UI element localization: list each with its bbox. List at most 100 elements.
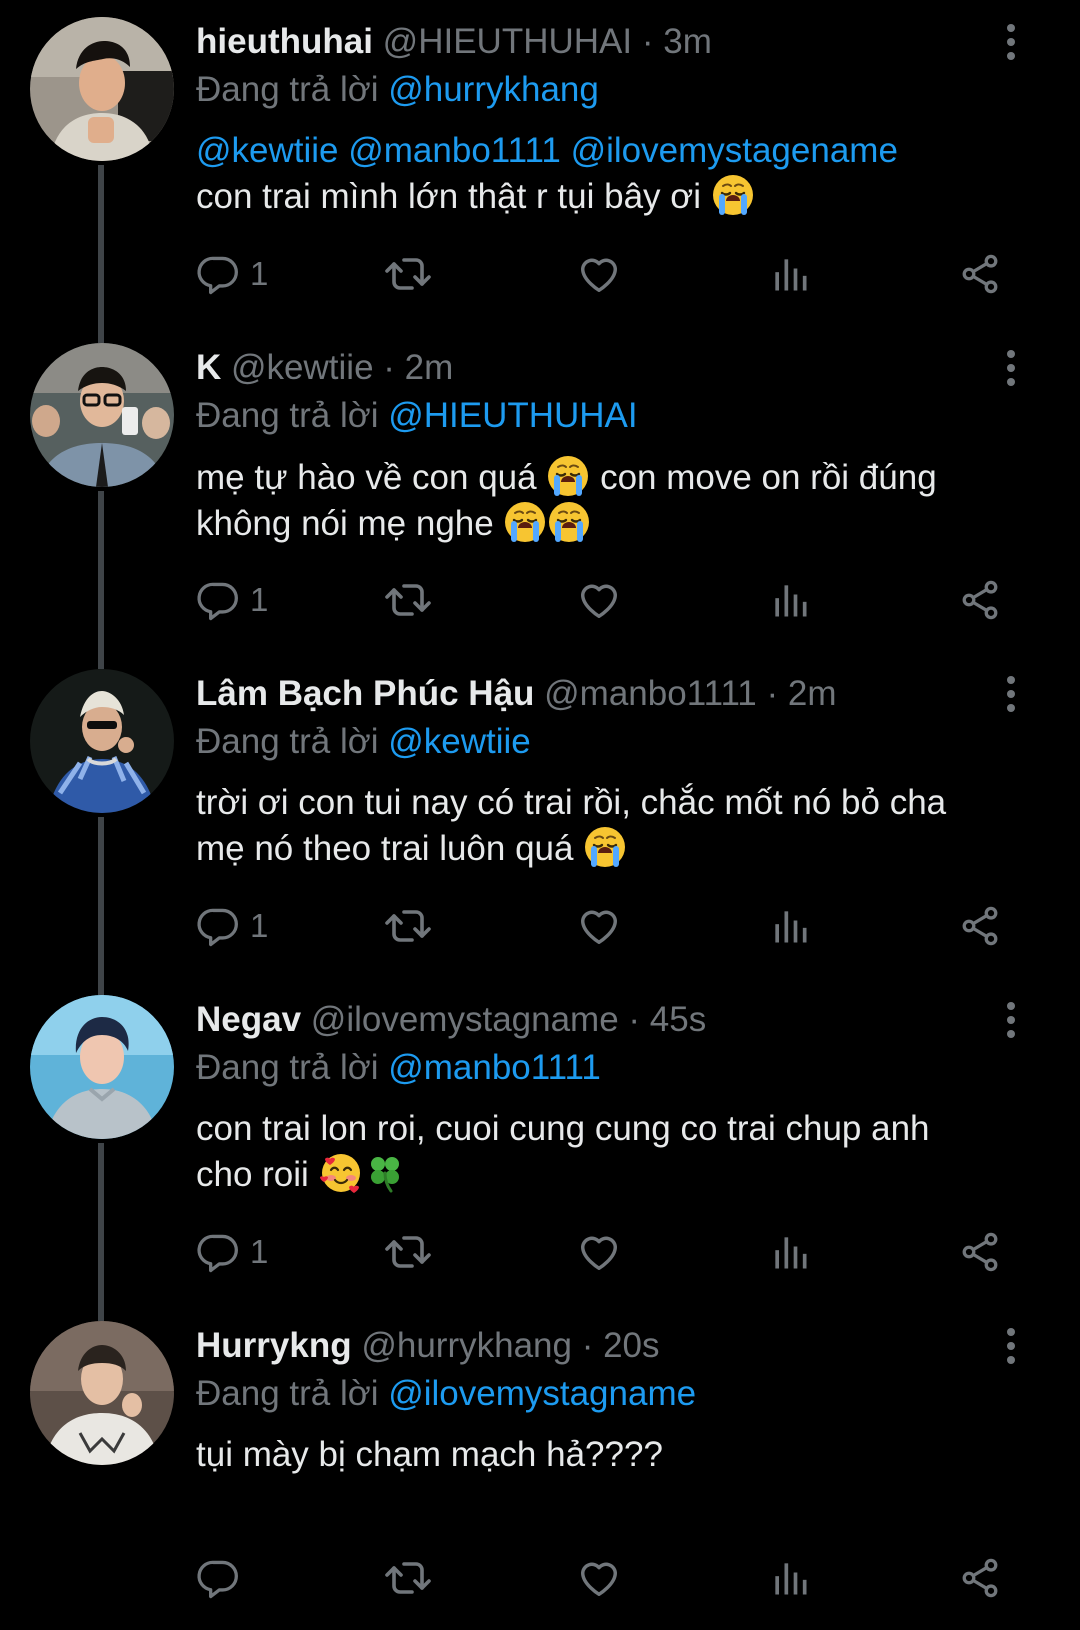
share-button[interactable]: [958, 248, 1002, 300]
tweet[interactable]: Lâm Bạch Phúc Hậu @manbo1111 · 2m Đang t…: [0, 652, 1080, 995]
separator: ·: [628, 1000, 641, 1039]
reply-count: 1: [250, 581, 269, 618]
tweet-actions: 1: [0, 1226, 1080, 1278]
replying-to-mention[interactable]: @HIEUTHUHAI: [388, 396, 637, 435]
share-icon: [958, 252, 1002, 296]
timestamp[interactable]: 3m: [663, 22, 712, 61]
user-handle[interactable]: @kewtiie: [231, 348, 374, 387]
tweet-text: @kewtiie @manbo1111 @ilovemystagename co…: [196, 128, 1036, 219]
retweet-button[interactable]: [384, 900, 432, 952]
views-icon: [768, 1556, 812, 1600]
tweet-text-line: con trai lon roi, cuoi cung cung co trai…: [196, 1109, 930, 1148]
tweet-actions: [0, 1552, 1080, 1604]
replying-to-mention[interactable]: @kewtiie: [388, 722, 531, 761]
avatar[interactable]: [30, 343, 174, 487]
share-button[interactable]: [958, 1226, 1002, 1278]
retweet-button[interactable]: [384, 248, 432, 300]
display-name[interactable]: Hurrykng: [196, 1326, 352, 1365]
heart-icon: [576, 1555, 622, 1601]
views-button[interactable]: [768, 574, 812, 626]
timestamp[interactable]: 2m: [405, 348, 454, 387]
display-name[interactable]: K: [196, 348, 221, 387]
display-name[interactable]: Lâm Bạch Phúc Hậu: [196, 674, 534, 713]
views-icon: [768, 904, 812, 948]
avatar[interactable]: [30, 1321, 174, 1465]
share-button[interactable]: [958, 574, 1002, 626]
tweet-header: Hurrykng @hurrykhang · 20s: [196, 1324, 996, 1368]
user-handle[interactable]: @manbo1111: [544, 674, 757, 713]
tweet-header: Negav @ilovemystagname · 45s: [196, 998, 996, 1042]
share-button[interactable]: [958, 900, 1002, 952]
reply-icon: [196, 578, 240, 622]
timestamp[interactable]: 45s: [650, 1000, 706, 1039]
tweet-text-line: con trai mình lớn thật r tụi bây ơi: [196, 177, 702, 216]
reply-button[interactable]: 1: [196, 900, 268, 952]
views-icon: [768, 1230, 812, 1274]
tweet[interactable]: K @kewtiie · 2m Đang trả lời @HIEUTHUHAI…: [0, 326, 1080, 669]
retweet-button[interactable]: [384, 1552, 432, 1604]
avatar[interactable]: [30, 17, 174, 161]
more-options-icon[interactable]: [996, 1000, 1026, 1040]
tweet-text-line: cho roii: [196, 1155, 309, 1194]
reply-button[interactable]: [196, 1552, 250, 1604]
more-options-icon[interactable]: [996, 348, 1026, 388]
more-options-icon[interactable]: [996, 1326, 1026, 1366]
user-handle[interactable]: @HIEUTHUHAI: [383, 22, 632, 61]
replying-to: Đang trả lời @ilovemystagname: [196, 1372, 696, 1416]
like-button[interactable]: [576, 1226, 622, 1278]
reply-button[interactable]: 1: [196, 574, 268, 626]
views-button[interactable]: [768, 1552, 812, 1604]
like-button[interactable]: [576, 248, 622, 300]
display-name[interactable]: hieuthuhai: [196, 22, 373, 61]
user-handle[interactable]: @ilovemystagname: [311, 1000, 619, 1039]
views-icon: [768, 578, 812, 622]
reply-icon: [196, 1556, 240, 1600]
separator: ·: [641, 22, 654, 61]
more-options-icon[interactable]: [996, 674, 1026, 714]
reply-button[interactable]: 1: [196, 248, 268, 300]
tweet-mentions[interactable]: @kewtiie @manbo1111 @ilovemystagename: [196, 131, 898, 170]
timestamp[interactable]: 20s: [603, 1326, 659, 1365]
more-options-icon[interactable]: [996, 22, 1026, 62]
like-button[interactable]: [576, 1552, 622, 1604]
share-icon: [958, 578, 1002, 622]
tweet[interactable]: Hurrykng @hurrykhang · 20s Đang trả lời …: [0, 1304, 1080, 1630]
views-button[interactable]: [768, 1226, 812, 1278]
four-leaf-clover-emoji: [363, 1151, 407, 1195]
reply-count: 1: [250, 255, 269, 292]
crying-face-emoji: [547, 500, 591, 544]
tweet-text-line: mẹ tự hào về con quá: [196, 458, 537, 497]
timestamp[interactable]: 2m: [788, 674, 837, 713]
separator: ·: [581, 1326, 594, 1365]
heart-icon: [576, 251, 622, 297]
replying-to: Đang trả lời @HIEUTHUHAI: [196, 394, 638, 438]
tweet-actions: 1: [0, 900, 1080, 952]
retweet-button[interactable]: [384, 1226, 432, 1278]
replying-to-label: Đang trả lời: [196, 1048, 379, 1087]
retweet-button[interactable]: [384, 574, 432, 626]
reply-button[interactable]: 1: [196, 1226, 268, 1278]
like-button[interactable]: [576, 900, 622, 952]
like-button[interactable]: [576, 574, 622, 626]
views-icon: [768, 252, 812, 296]
replying-to-mention[interactable]: @manbo1111: [388, 1048, 601, 1087]
avatar[interactable]: [30, 669, 174, 813]
views-button[interactable]: [768, 900, 812, 952]
crying-face-emoji: [546, 454, 590, 498]
display-name[interactable]: Negav: [196, 1000, 301, 1039]
tweet-header: Lâm Bạch Phúc Hậu @manbo1111 · 2m: [196, 672, 996, 716]
tweet[interactable]: hieuthuhai @HIEUTHUHAI · 3m Đang trả lời…: [0, 0, 1080, 343]
avatar[interactable]: [30, 995, 174, 1139]
share-button[interactable]: [958, 1552, 1002, 1604]
reply-count: 1: [250, 1233, 269, 1270]
tweet-text: con trai lon roi, cuoi cung cung co trai…: [196, 1106, 1036, 1197]
tweet[interactable]: Negav @ilovemystagname · 45s Đang trả lờ…: [0, 978, 1080, 1321]
replying-to-mention[interactable]: @ilovemystagname: [388, 1374, 696, 1413]
tweet-actions: 1: [0, 248, 1080, 300]
heart-icon: [576, 903, 622, 949]
user-handle[interactable]: @hurrykhang: [361, 1326, 572, 1365]
reply-count: 1: [250, 907, 269, 944]
share-icon: [958, 904, 1002, 948]
replying-to-mention[interactable]: @hurrykhang: [388, 70, 599, 109]
views-button[interactable]: [768, 248, 812, 300]
